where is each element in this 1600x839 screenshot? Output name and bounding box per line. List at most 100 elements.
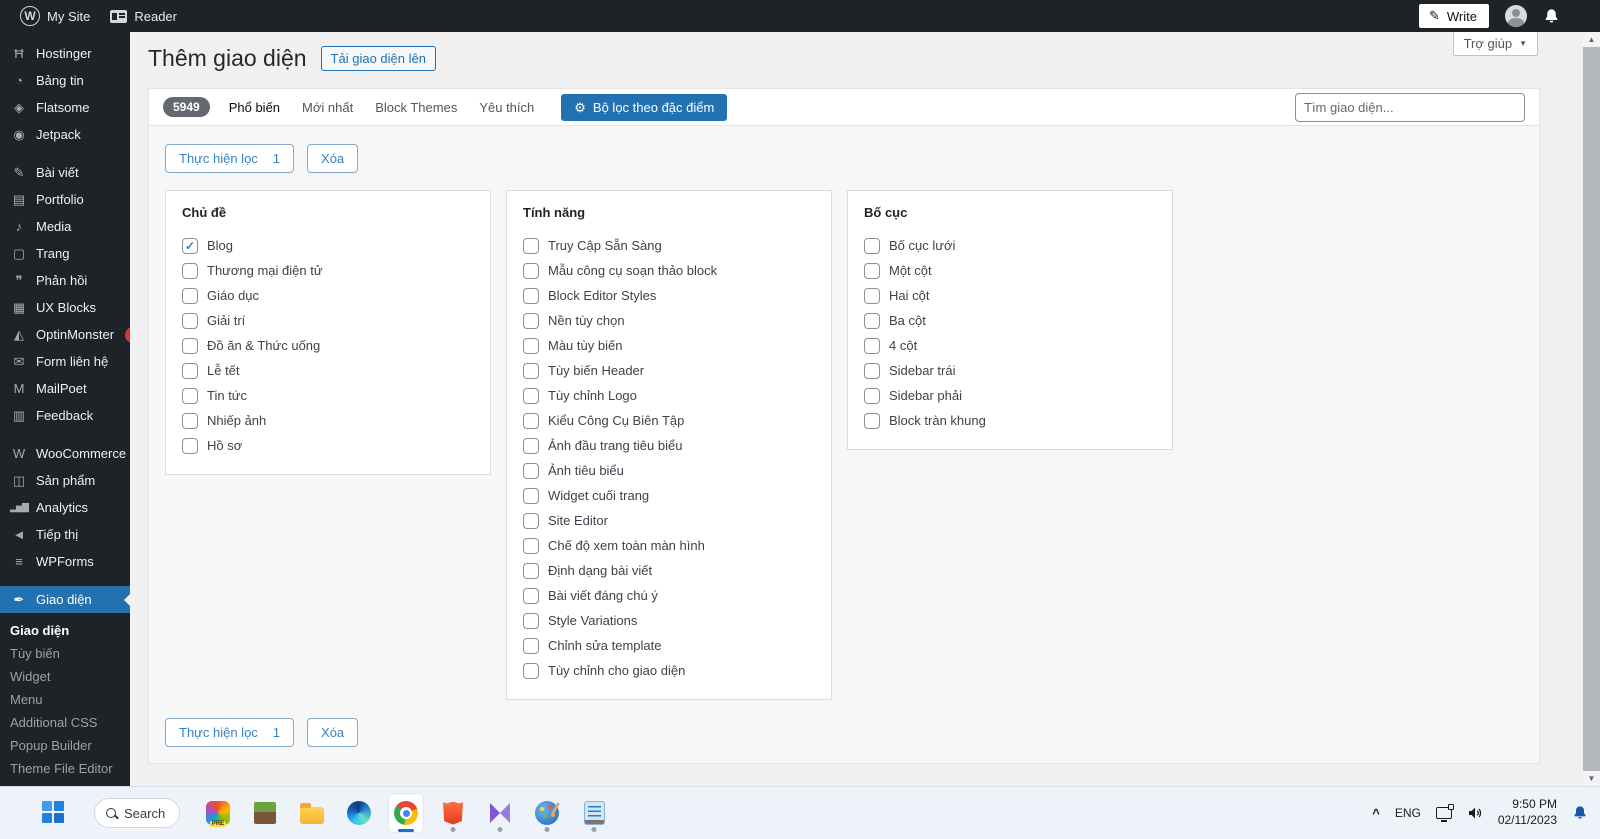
filter-option-th-ng-m-i-i-n-t[interactable]: Thương mại điện tử bbox=[182, 258, 474, 283]
chrome-taskbar-icon[interactable] bbox=[388, 793, 424, 833]
network-display-icon[interactable] bbox=[1435, 804, 1454, 822]
paint-taskbar-icon[interactable] bbox=[529, 793, 565, 833]
submenu-item-giao-di-n[interactable]: Giao diện bbox=[0, 619, 130, 642]
checkbox[interactable] bbox=[523, 462, 539, 479]
upload-theme-button[interactable]: Tải giao diện lên bbox=[320, 46, 436, 71]
tray-overflow-chevron-icon[interactable]: ^ bbox=[1372, 806, 1380, 821]
filter-option-gi-i-tr[interactable]: Giải trí bbox=[182, 308, 474, 333]
submenu-item-widget[interactable]: Widget bbox=[0, 665, 130, 688]
sidebar-item-ti-p-th[interactable]: ◄ Tiếp thị bbox=[0, 521, 130, 548]
sidebar-item-ph-n-h-i[interactable]: ❞ Phản hồi bbox=[0, 267, 130, 294]
wp-logo-menu[interactable]: W My Site bbox=[10, 0, 100, 32]
checkbox[interactable] bbox=[523, 262, 539, 279]
notification-bell-icon[interactable] bbox=[1572, 805, 1588, 821]
sidebar-item-optinmonster[interactable]: ◭ OptinMonster 1 bbox=[0, 321, 130, 348]
filter-option-t-y-ch-nh-cho-giao-di-n[interactable]: Tùy chỉnh cho giao diện bbox=[523, 658, 815, 683]
office365-taskbar-icon[interactable]: PRE bbox=[200, 793, 236, 833]
reader-menu[interactable]: Reader bbox=[100, 0, 187, 32]
file-explorer-taskbar-icon[interactable] bbox=[294, 793, 330, 833]
filter-option-sidebar-ph-i[interactable]: Sidebar phải bbox=[864, 383, 1156, 408]
start-button[interactable] bbox=[42, 801, 66, 825]
submenu-item-popup-builder[interactable]: Popup Builder bbox=[0, 734, 130, 757]
checkbox[interactable] bbox=[523, 562, 539, 579]
filter-option-h-s[interactable]: Hồ sơ bbox=[182, 433, 474, 458]
filter-option-n-th-c-u-ng[interactable]: Đồ ăn & Thức uống bbox=[182, 333, 474, 358]
checkbox[interactable] bbox=[864, 312, 880, 329]
filter-option-blog[interactable]: ✓ Blog bbox=[182, 233, 474, 258]
sidebar-item-feedback[interactable]: ▥ Feedback bbox=[0, 402, 130, 429]
filter-option-hai-c-t[interactable]: Hai cột bbox=[864, 283, 1156, 308]
filter-option-gi-o-d-c[interactable]: Giáo dục bbox=[182, 283, 474, 308]
checkbox-checked[interactable]: ✓ bbox=[182, 237, 198, 254]
filter-option-ki-u-c-ng-c-bi-n-t-p[interactable]: Kiểu Công Cụ Biên Tập bbox=[523, 408, 815, 433]
checkbox[interactable] bbox=[182, 262, 198, 279]
checkbox[interactable] bbox=[523, 312, 539, 329]
checkbox[interactable] bbox=[182, 287, 198, 304]
filter-option-ch-nh-s-a-template[interactable]: Chỉnh sửa template bbox=[523, 633, 815, 658]
checkbox[interactable] bbox=[523, 662, 539, 679]
checkbox[interactable] bbox=[182, 312, 198, 329]
checkbox[interactable] bbox=[182, 387, 198, 404]
sidebar-item-jetpack[interactable]: ◉ Jetpack bbox=[0, 121, 130, 148]
theme-search-input[interactable] bbox=[1295, 92, 1525, 122]
brave-taskbar-icon[interactable] bbox=[435, 793, 471, 833]
apply-filters-button[interactable]: Thực hiện lọc 1 bbox=[165, 144, 295, 173]
sidebar-item-giao-di-n[interactable]: ✒ Giao diện bbox=[0, 586, 130, 613]
feature-filter-button[interactable]: ⚙ Bộ lọc theo đặc điểm bbox=[561, 93, 728, 121]
checkbox[interactable] bbox=[523, 537, 539, 554]
checkbox[interactable] bbox=[523, 637, 539, 654]
filter-tab-y-u-th-ch[interactable]: Yêu thích bbox=[479, 100, 534, 115]
checkbox[interactable] bbox=[864, 237, 880, 254]
sidebar-item-trang[interactable]: ▢ Trang bbox=[0, 240, 130, 267]
sidebar-item-ux-blocks[interactable]: ▦ UX Blocks bbox=[0, 294, 130, 321]
filter-option-t-y-ch-nh-logo[interactable]: Tùy chỉnh Logo bbox=[523, 383, 815, 408]
sidebar-item-form-li-n-h[interactable]: ✉ Form liên hệ bbox=[0, 348, 130, 375]
filter-option-l-t-t[interactable]: Lễ tết bbox=[182, 358, 474, 383]
filter-tab-m-i-nh-t[interactable]: Mới nhất bbox=[302, 100, 353, 115]
checkbox[interactable] bbox=[864, 387, 880, 404]
filter-option-m-u-c-ng-c-so-n-th-o-block[interactable]: Mẫu công cụ soạn thảo block bbox=[523, 258, 815, 283]
sidebar-item-hostinger[interactable]: Ħ Hostinger bbox=[0, 40, 130, 67]
sidebar-item-media[interactable]: ♪ Media bbox=[0, 213, 130, 240]
checkbox[interactable] bbox=[182, 337, 198, 354]
filter-option-block-tr-n-khung[interactable]: Block tràn khung bbox=[864, 408, 1156, 433]
sidebar-item-portfolio[interactable]: ▤ Portfolio bbox=[0, 186, 130, 213]
sidebar-item-b-i-vi-t[interactable]: ✎ Bài viết bbox=[0, 159, 130, 186]
checkbox[interactable] bbox=[864, 412, 880, 429]
clear-filters-button-bottom[interactable]: Xóa bbox=[307, 718, 359, 747]
language-indicator[interactable]: ENG bbox=[1395, 806, 1421, 820]
filter-option-tin-t-c[interactable]: Tin tức bbox=[182, 383, 474, 408]
taskbar-search[interactable]: Search bbox=[94, 798, 180, 828]
checkbox[interactable] bbox=[182, 362, 198, 379]
user-avatar[interactable] bbox=[1505, 5, 1527, 27]
checkbox[interactable] bbox=[864, 362, 880, 379]
checkbox[interactable] bbox=[182, 437, 198, 454]
sidebar-item-woocommerce[interactable]: W WooCommerce bbox=[0, 440, 130, 467]
filter-option-nh-ti-u-bi-u[interactable]: Ảnh tiêu biểu bbox=[523, 458, 815, 483]
checkbox[interactable] bbox=[523, 287, 539, 304]
purple-app-taskbar-icon[interactable] bbox=[482, 793, 518, 833]
notifications-bell-icon[interactable] bbox=[1543, 8, 1560, 25]
checkbox[interactable] bbox=[523, 362, 539, 379]
filter-option-nh-d-ng-b-i-vi-t[interactable]: Định dạng bài viết bbox=[523, 558, 815, 583]
filter-tab-block-themes[interactable]: Block Themes bbox=[375, 100, 457, 115]
submenu-item-additional-css[interactable]: Additional CSS bbox=[0, 711, 130, 734]
scrollbar-up-arrow[interactable]: ▲ bbox=[1583, 32, 1600, 47]
filter-option-widget-cu-i-trang[interactable]: Widget cuối trang bbox=[523, 483, 815, 508]
filter-option-ch-xem-to-n-m-n-h-nh[interactable]: Chế độ xem toàn màn hình bbox=[523, 533, 815, 558]
checkbox[interactable] bbox=[523, 237, 539, 254]
filter-option-m-u-t-y-bi-n[interactable]: Màu tùy biến bbox=[523, 333, 815, 358]
checkbox[interactable] bbox=[523, 412, 539, 429]
checkbox[interactable] bbox=[523, 387, 539, 404]
write-button[interactable]: ✎ Write bbox=[1418, 4, 1489, 28]
taskbar-clock[interactable]: 9:50 PM 02/11/2023 bbox=[1498, 797, 1557, 828]
checkbox[interactable] bbox=[523, 512, 539, 529]
filter-tab-ph-bi-n[interactable]: Phổ biến bbox=[229, 100, 280, 115]
scrollbar-down-arrow[interactable]: ▼ bbox=[1583, 771, 1600, 786]
submenu-item-menu[interactable]: Menu bbox=[0, 688, 130, 711]
filter-option-4-c-t[interactable]: 4 cột bbox=[864, 333, 1156, 358]
filter-option-ba-c-t[interactable]: Ba cột bbox=[864, 308, 1156, 333]
notepad-taskbar-icon[interactable] bbox=[576, 793, 612, 833]
checkbox[interactable] bbox=[523, 437, 539, 454]
checkbox[interactable] bbox=[523, 337, 539, 354]
